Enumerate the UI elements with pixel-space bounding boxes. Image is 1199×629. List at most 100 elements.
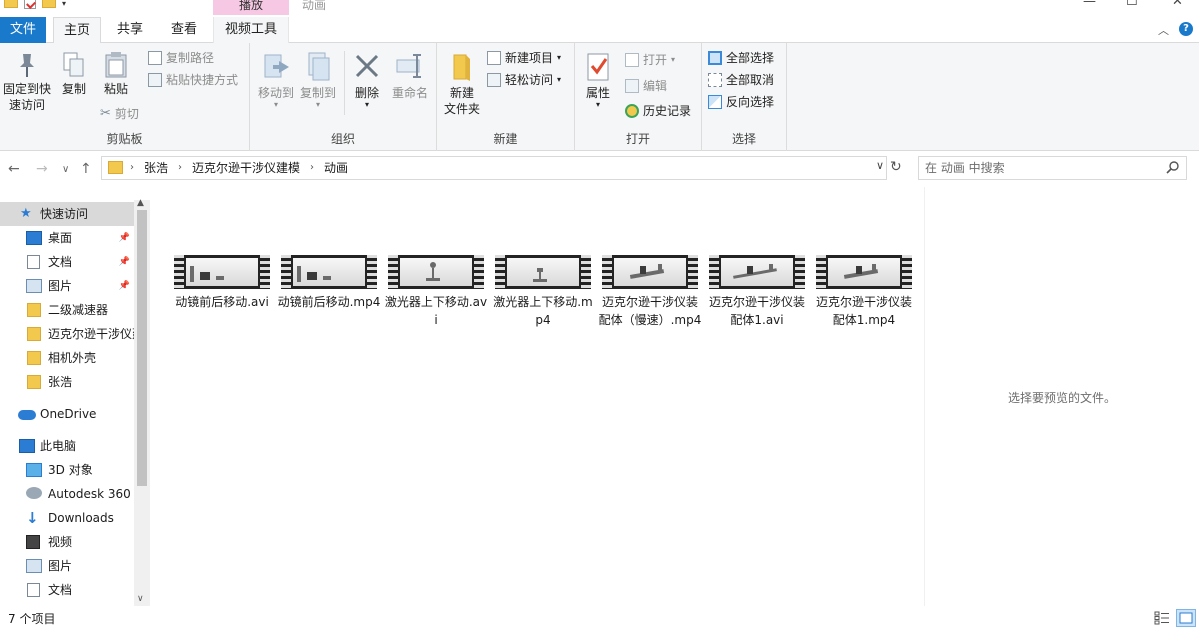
help-icon[interactable]: ? <box>1179 22 1193 36</box>
breadcrumb-separator-icon[interactable]: › <box>178 157 182 179</box>
file-item[interactable]: 激光器上下移动.avi <box>384 255 488 329</box>
minimize-button[interactable]: — <box>1083 0 1096 9</box>
scroll-up-icon[interactable]: ▲ <box>137 198 144 208</box>
nav-item-folder[interactable]: 相机外壳 <box>0 346 134 370</box>
nav-item-folder[interactable]: 迈克尔逊干涉仪建模 <box>0 322 134 346</box>
copy-path-button[interactable]: 复制路径 <box>148 48 214 68</box>
video-thumbnail-icon <box>602 255 698 289</box>
back-arrow-icon[interactable]: ← <box>8 161 20 177</box>
nav-item-videos[interactable]: 视频 <box>0 530 134 554</box>
video-thumbnail-icon <box>174 255 270 289</box>
video-thumbnail-icon <box>281 255 377 289</box>
new-item-button[interactable]: 新建项目 ▾ <box>487 48 561 68</box>
clipboard-group: 固定到快 速访问 复制 粘贴 复制路径 粘贴快捷方式 ✂ 剪切 剪贴板 <box>0 43 250 151</box>
breadcrumb-item[interactable]: 动画 <box>324 157 348 179</box>
preview-pane: 选择要预览的文件。 <box>924 187 1199 606</box>
nav-this-pc[interactable]: 此电脑 <box>0 434 134 458</box>
breadcrumb-item[interactable]: 迈克尔逊干涉仪建模 <box>192 157 300 179</box>
cut-button[interactable]: ✂ 剪切 <box>100 104 139 124</box>
copy-to-button[interactable]: 复制到 ▾ <box>298 47 338 109</box>
nav-item-pictures-pc[interactable]: 图片 <box>0 554 134 578</box>
address-bar[interactable]: › 张浩 › 迈克尔逊干涉仪建模 › 动画 ∨ <box>101 156 887 180</box>
close-button[interactable]: ✕ <box>1172 0 1183 9</box>
nav-item-autodesk[interactable]: Autodesk 360 <box>0 482 134 506</box>
tab-video-tools[interactable]: 视频工具 <box>213 17 289 43</box>
paste-button[interactable]: 粘贴 <box>100 47 132 97</box>
nav-item-downloads[interactable]: ↓ Downloads <box>0 506 134 530</box>
large-icons-view-icon[interactable] <box>1176 609 1196 627</box>
file-item[interactable]: 激光器上下移动.mp4 <box>491 255 595 329</box>
nav-item-folder[interactable]: 二级减速器 <box>0 298 134 322</box>
invert-selection-button[interactable]: 反向选择 <box>708 92 774 112</box>
file-item[interactable]: 动镜前后移动.avi <box>170 255 274 311</box>
select-all-button[interactable]: 全部选择 <box>708 48 774 68</box>
breadcrumb-separator-icon[interactable]: › <box>130 157 134 179</box>
history-button[interactable]: 历史记录 <box>625 101 691 121</box>
easy-access-dropdown-icon: ▾ <box>557 75 562 84</box>
forward-arrow-icon[interactable]: → <box>36 161 48 177</box>
nav-item-pictures[interactable]: 图片 📌 <box>0 274 134 298</box>
nav-item-documents-pc[interactable]: 文档 <box>0 578 134 602</box>
open-dropdown-icon: ▾ <box>671 55 676 64</box>
open-button[interactable]: 打开 ▾ <box>625 50 675 70</box>
new-folder-icon <box>453 54 470 81</box>
search-input[interactable] <box>925 159 1155 177</box>
copy-button[interactable]: 复制 <box>58 47 90 97</box>
pin-to-quick-access-button[interactable]: 固定到快 速访问 <box>1 47 53 113</box>
tab-view[interactable]: 查看 <box>163 17 205 43</box>
properties-check-icon[interactable] <box>24 0 36 9</box>
copy-path-icon <box>148 51 162 65</box>
pictures-icon <box>26 279 42 293</box>
maximize-button[interactable]: ☐ <box>1126 0 1138 9</box>
scroll-down-icon[interactable]: ∨ <box>137 594 144 604</box>
group-label-select: 选择 <box>731 132 756 146</box>
ribbon: 固定到快 速访问 复制 粘贴 复制路径 粘贴快捷方式 ✂ 剪切 剪贴板 移动到 … <box>0 43 1199 151</box>
easy-access-button[interactable]: 轻松访问 ▾ <box>487 70 561 90</box>
breadcrumb-separator-icon[interactable]: › <box>310 157 314 179</box>
nav-item-documents[interactable]: 文档 📌 <box>0 250 134 274</box>
breadcrumb-item[interactable]: 张浩 <box>144 157 168 179</box>
tab-share[interactable]: 共享 <box>109 17 151 43</box>
select-none-icon <box>708 73 722 87</box>
refresh-icon[interactable]: ↻ <box>890 159 902 175</box>
move-to-button[interactable]: 移动到 ▾ <box>256 47 296 109</box>
nav-scrollbar[interactable]: ▲ ∨ <box>134 198 150 606</box>
address-dropdown-icon[interactable]: ∨ <box>876 159 884 172</box>
search-icon[interactable] <box>1166 160 1180 174</box>
tab-home[interactable]: 主页 <box>53 17 101 44</box>
delete-button[interactable]: 删除 ▾ <box>350 47 384 109</box>
select-none-button[interactable]: 全部取消 <box>708 70 774 90</box>
tab-file[interactable]: 文件 <box>0 17 46 43</box>
file-item[interactable]: 迈克尔逊干涉仪装配体1.avi <box>705 255 809 329</box>
ribbon-collapse-icon[interactable]: ︿ <box>1158 22 1169 38</box>
group-label-clipboard: 剪贴板 <box>106 132 143 146</box>
video-thumbnail-icon <box>388 255 484 289</box>
nav-item-3d-objects[interactable]: 3D 对象 <box>0 458 134 482</box>
new-item-dropdown-icon: ▾ <box>557 53 562 62</box>
navigation-pane: ★ 快速访问 桌面 📌 文档 📌 图片 📌 二级减速器 迈克尔逊干涉仪建模 相机… <box>0 200 150 606</box>
file-item[interactable]: 迈克尔逊干涉仪装配体（慢速）.mp4 <box>598 255 702 329</box>
new-folder-icon[interactable] <box>42 0 56 8</box>
nav-item-folder[interactable]: 张浩 <box>0 370 134 394</box>
nav-quick-access[interactable]: ★ 快速访问 <box>0 202 134 226</box>
nav-onedrive[interactable]: OneDrive <box>0 402 134 426</box>
details-view-icon[interactable] <box>1154 611 1170 625</box>
open-icon <box>625 53 639 67</box>
star-icon: ★ <box>20 206 32 221</box>
scrollbar-thumb[interactable] <box>137 210 147 486</box>
recent-locations-chevron-icon[interactable]: ∨ <box>62 164 69 175</box>
file-item[interactable]: 迈克尔逊干涉仪装配体1.mp4 <box>812 255 916 329</box>
context-tab-header: 播放 <box>213 0 289 15</box>
properties-button[interactable]: 属性 ▾ <box>581 47 615 109</box>
up-arrow-icon[interactable]: ↑ <box>80 161 92 177</box>
new-folder-button[interactable]: 新建 文件夹 <box>442 47 482 117</box>
paste-shortcut-button[interactable]: 粘贴快捷方式 <box>148 70 238 90</box>
search-box[interactable] <box>918 156 1187 180</box>
folder-icon[interactable] <box>4 0 18 8</box>
edit-button[interactable]: 编辑 <box>625 76 667 96</box>
properties-dropdown-icon: ▾ <box>595 100 600 109</box>
rename-button[interactable]: 重命名 <box>388 47 432 101</box>
qat-dropdown-icon[interactable]: ▾ <box>62 0 66 8</box>
file-item[interactable]: 动镜前后移动.mp4 <box>277 255 381 311</box>
nav-item-desktop[interactable]: 桌面 📌 <box>0 226 134 250</box>
